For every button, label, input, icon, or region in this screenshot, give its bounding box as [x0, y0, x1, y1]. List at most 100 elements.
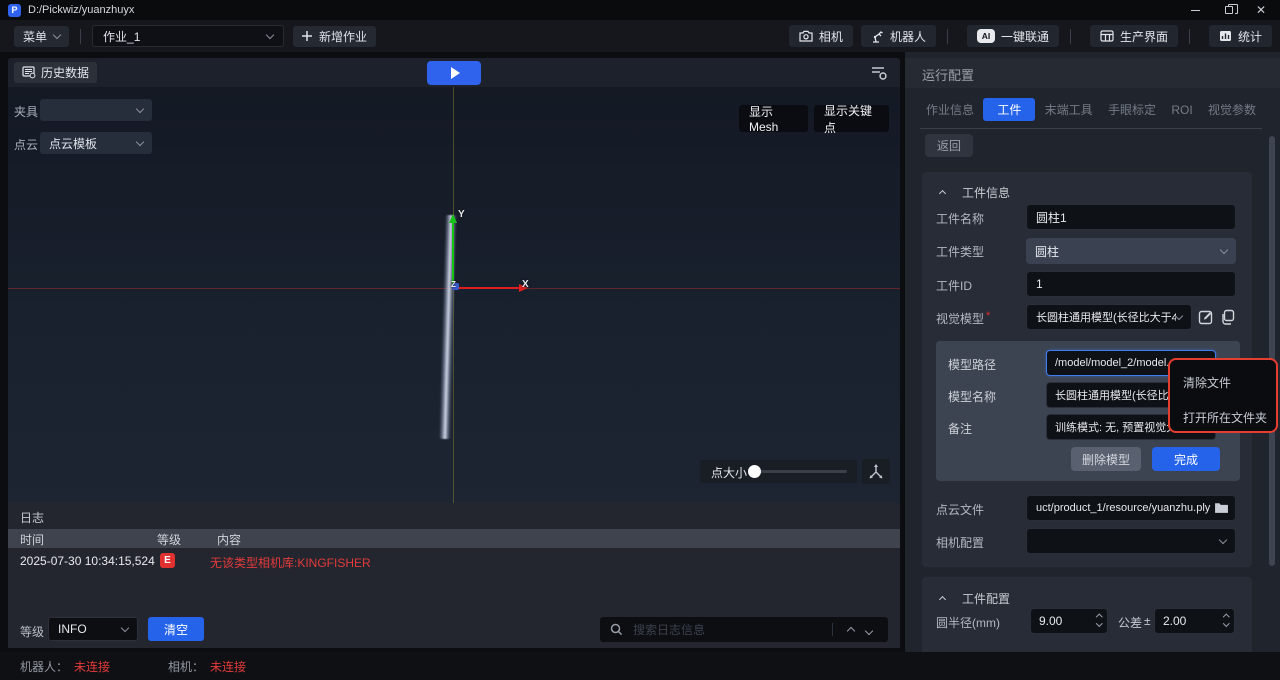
ai-link-label: 一键联通 — [1001, 28, 1049, 45]
tab-end-tool[interactable]: 末端工具 — [1039, 98, 1099, 121]
divider — [832, 623, 833, 636]
workpiece-name-label: 工件名称 — [936, 210, 984, 227]
vision-model-select[interactable]: 长圆柱通用模型(长径比大于4:1) — [1026, 304, 1192, 330]
workpiece-id-input[interactable]: 1 — [1026, 271, 1236, 297]
axes-tripod-icon — [868, 464, 884, 479]
copy-model-button[interactable] — [1218, 307, 1238, 327]
back-button[interactable]: 返回 — [925, 134, 973, 157]
chevron-down-icon — [136, 137, 144, 145]
tolerance-spinner[interactable]: 2.00 — [1154, 608, 1235, 634]
camera-status-label: 相机： — [168, 658, 204, 675]
chevron-down-icon — [865, 626, 873, 634]
robot-label: 机器人 — [890, 28, 926, 45]
history-data-label: 历史数据 — [41, 64, 89, 81]
tolerance-value: 2.00 — [1163, 614, 1186, 628]
stats-button[interactable]: 统计 — [1209, 25, 1272, 47]
job-select[interactable]: 作业_1 — [92, 25, 284, 47]
menu-bar-right: 相机 机器人 AI 一键联通 生产界面 统计 — [781, 25, 1272, 47]
show-keypoints-button[interactable]: 显示关键点 — [814, 105, 889, 132]
window-title: D:/Pickwiz/yuanzhuyx — [28, 4, 134, 16]
robot-status-value: 未连接 — [74, 658, 110, 675]
clear-log-button[interactable]: 清空 — [148, 617, 204, 641]
z-axis-label: Z — [451, 280, 456, 289]
search-prev-button[interactable] — [848, 623, 854, 637]
tab-roi[interactable]: ROI — [1165, 100, 1198, 120]
panel-scrollbar[interactable] — [1269, 136, 1275, 566]
divider — [80, 29, 81, 44]
required-asterisk: * — [986, 310, 990, 322]
vision-model-label-text: 视觉模型 — [936, 312, 984, 326]
radius-label: 圆半径(mm) — [936, 614, 1000, 631]
tab-job-info[interactable]: 作业信息 — [920, 98, 980, 121]
history-data-button[interactable]: 历史数据 — [14, 62, 97, 83]
spinner-arrows[interactable] — [1097, 613, 1102, 625]
left-region: 历史数据 夹具 点云 点云模板 显示Mesh 显示关键点 — [8, 52, 900, 648]
log-col-content: 内容 — [217, 531, 241, 548]
tab-workpiece[interactable]: 工件 — [983, 98, 1035, 121]
view-orientation-button[interactable] — [862, 459, 890, 484]
log-level-select[interactable]: INFO — [48, 617, 138, 641]
x-axis-label: X — [522, 279, 529, 290]
show-mesh-button[interactable]: 显示Mesh — [739, 105, 808, 132]
workpiece-info-section-header[interactable]: 工件信息 — [940, 184, 1010, 201]
menu-item-open-folder[interactable]: 打开所在文件夹 — [1183, 409, 1267, 426]
production-button[interactable]: 生产界面 — [1090, 25, 1178, 47]
copy-icon — [1220, 309, 1236, 325]
maximize-button[interactable] — [1214, 0, 1244, 20]
menu-item-clear-file[interactable]: 清除文件 — [1183, 374, 1231, 391]
delete-model-label: 删除模型 — [1082, 451, 1130, 468]
workpiece-name-input[interactable]: 圆柱1 — [1026, 204, 1236, 230]
collapse-icon — [939, 190, 946, 197]
menu-dropdown[interactable]: 菜单 — [14, 26, 69, 47]
point-size-slider-track[interactable] — [756, 470, 847, 473]
pointcloud-file-input[interactable]: uct/product_1/resource/yuanzhu.ply — [1026, 495, 1236, 521]
run-button[interactable] — [427, 61, 481, 85]
delete-model-button[interactable]: 删除模型 — [1071, 447, 1141, 471]
show-mesh-label: 显示Mesh — [749, 103, 798, 134]
chevron-down-icon — [266, 30, 274, 38]
log-row[interactable]: 2025-07-30 10:34:15,524 E 无该类型相机库:KINGFI… — [8, 552, 900, 572]
edit-model-button[interactable] — [1196, 307, 1216, 327]
camera-button[interactable]: 相机 — [789, 25, 853, 47]
fixture-select[interactable] — [40, 99, 152, 121]
tab-hand-eye-calib[interactable]: 手眼标定 — [1102, 98, 1162, 121]
workpiece-config-section-header[interactable]: 工件配置 — [940, 590, 1010, 607]
display-settings-button[interactable] — [866, 61, 892, 85]
3d-viewport[interactable]: 夹具 点云 点云模板 显示Mesh 显示关键点 Y X Z 点大小 — [8, 87, 900, 503]
ai-link-button[interactable]: AI 一键联通 — [967, 25, 1059, 47]
config-tabs: 作业信息 工件 末端工具 手眼标定 ROI 视觉参数 — [920, 99, 1262, 120]
log-search-input[interactable] — [633, 623, 823, 637]
radius-spinner[interactable]: 9.00 — [1030, 608, 1108, 634]
camera-config-select[interactable] — [1026, 528, 1236, 554]
back-label: 返回 — [937, 137, 961, 154]
plus-icon — [302, 31, 312, 41]
folder-icon[interactable] — [1214, 501, 1229, 514]
pointcloud-select[interactable]: 点云模板 — [40, 132, 152, 154]
vision-model-label: 视觉模型* — [936, 310, 990, 327]
minimize-button[interactable] — [1180, 0, 1210, 20]
point-size-slider-knob[interactable] — [748, 465, 761, 478]
production-label: 生产界面 — [1120, 28, 1168, 45]
title-bar: P D:/Pickwiz/yuanzhuyx ✕ — [0, 0, 1280, 20]
tab-vision-params[interactable]: 视觉参数 — [1202, 98, 1262, 121]
chevron-down-icon — [1223, 620, 1229, 626]
spinner-arrows[interactable] — [1224, 613, 1229, 625]
close-button[interactable]: ✕ — [1246, 0, 1276, 20]
workpiece-id-label: 工件ID — [936, 277, 972, 294]
minimize-icon — [1191, 10, 1200, 11]
app-window: P D:/Pickwiz/yuanzhuyx ✕ 菜单 作业_1 新增作业 相机… — [0, 0, 1280, 680]
tolerance-label: 公差 — [1118, 614, 1142, 631]
done-button[interactable]: 完成 — [1152, 447, 1220, 471]
add-job-button[interactable]: 新增作业 — [293, 26, 376, 47]
search-next-button[interactable] — [866, 623, 872, 637]
workpiece-type-select[interactable]: 圆柱 — [1026, 238, 1236, 264]
workpiece-info-title: 工件信息 — [962, 184, 1010, 201]
divider — [1189, 29, 1190, 44]
robot-button[interactable]: 机器人 — [861, 25, 936, 47]
close-icon: ✕ — [1256, 4, 1266, 16]
edit-icon — [1198, 309, 1214, 325]
ai-icon: AI — [977, 29, 995, 43]
model-path-label: 模型路径 — [948, 356, 996, 373]
add-job-label: 新增作业 — [319, 28, 367, 45]
workpiece-id-value: 1 — [1036, 277, 1043, 291]
